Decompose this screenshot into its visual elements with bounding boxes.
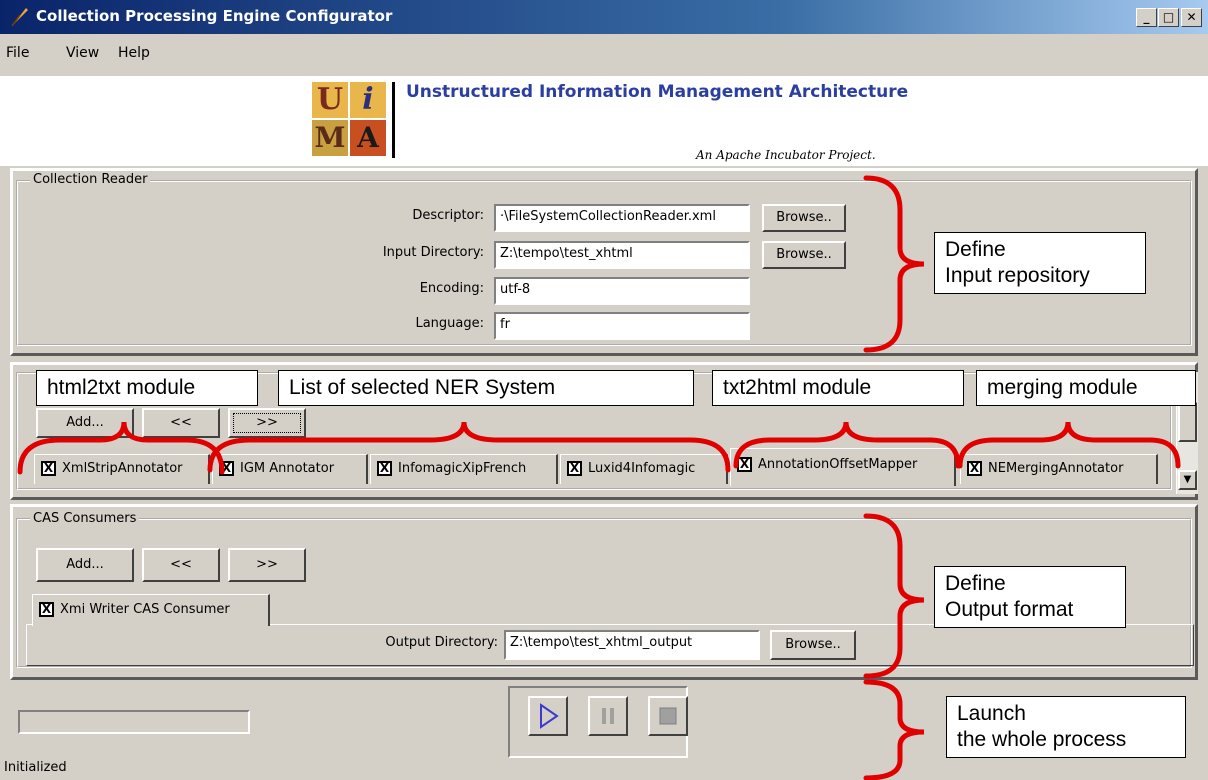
brace-merging xyxy=(957,421,1181,469)
callout-input-repository: Define Input repository xyxy=(934,232,1146,294)
callout-merging: merging module xyxy=(976,370,1196,406)
brace-input xyxy=(863,175,925,353)
callout-html2txt: html2txt module xyxy=(36,370,258,406)
callout-txt2html: txt2html module xyxy=(712,370,964,406)
brace-txt2html xyxy=(733,421,961,469)
brace-launch xyxy=(863,679,925,780)
callout-launch: Launch the whole process xyxy=(946,696,1186,758)
brace-output xyxy=(863,513,925,679)
brace-ner xyxy=(207,421,731,473)
brace-html2txt xyxy=(17,421,225,475)
callout-output-format: Define Output format xyxy=(934,566,1126,628)
callout-ner-list: List of selected NER System xyxy=(278,370,694,406)
